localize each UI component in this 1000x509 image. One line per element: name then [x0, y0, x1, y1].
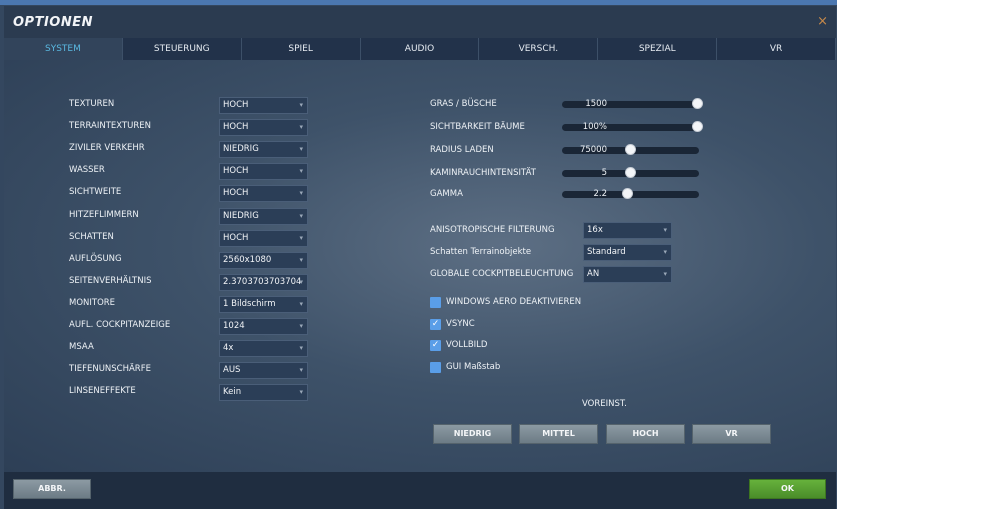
setting-dropdown[interactable]: HOCH	[219, 185, 308, 203]
setting-label: SCHATTEN	[69, 231, 114, 242]
preset-button-mittel[interactable]: MITTEL	[519, 424, 598, 444]
tab-spezial[interactable]: SPEZIAL	[598, 38, 718, 60]
window-title: OPTIONEN	[13, 15, 93, 30]
checkbox-label: VOLLBILD	[446, 340, 488, 351]
checkbox[interactable]	[430, 362, 441, 374]
setting-dropdown[interactable]: HOCH	[219, 97, 308, 114]
setting-dropdown[interactable]: HOCH	[219, 163, 308, 181]
setting-dropdown[interactable]: 2.3703703703704	[219, 273, 308, 291]
setting-label: TERRAINTEXTUREN	[69, 121, 151, 132]
slider-handle[interactable]	[692, 121, 703, 132]
tab-versch[interactable]: VERSCH.	[479, 38, 599, 60]
checkbox[interactable]: ✓	[430, 318, 441, 330]
tab-vr[interactable]: VR	[717, 38, 837, 60]
setting-label: MSAA	[69, 342, 94, 353]
checkbox[interactable]	[430, 297, 441, 308]
setting-dropdown[interactable]: 1024	[219, 318, 308, 335]
slider-handle[interactable]	[625, 144, 636, 155]
setting-dropdown[interactable]: 1 Bildschirm	[219, 295, 308, 313]
tab-steuerung[interactable]: STEUERUNG	[123, 38, 242, 60]
preset-button-niedrig[interactable]: NIEDRIG	[433, 424, 512, 444]
setting-label: AUFL. COCKPITANZEIGE	[69, 320, 171, 330]
slider-value: 1500	[585, 99, 607, 109]
setting-dropdown[interactable]: AUS	[219, 362, 308, 380]
checkbox-label: VSYNC	[446, 318, 475, 329]
setting-dropdown[interactable]: 4x	[219, 340, 308, 358]
setting-dropdown[interactable]: HOCH	[219, 119, 308, 137]
setting-label: SICHTWEITE	[69, 187, 122, 198]
setting-dropdown[interactable]: 2560x1080	[219, 251, 308, 269]
slider-label: KAMINRAUCHINTENSITÄT	[430, 168, 536, 178]
options-window: OPTIONEN × SYSTEM STEUERUNG SPIEL AUDIO VERS…	[0, 0, 837, 509]
preset-button-hoch[interactable]: HOCH	[606, 424, 685, 444]
setting-dropdown[interactable]: HOCH	[219, 229, 308, 247]
slider-value: 5	[601, 168, 607, 178]
setting-label: TEXTUREN	[69, 99, 115, 109]
tab-system[interactable]: SYSTEM	[4, 38, 123, 60]
setting-label: SEITENVERHÄLTNIS	[69, 275, 152, 286]
setting-dropdown[interactable]: Standard	[583, 244, 672, 261]
setting-label: HITZEFLIMMERN	[69, 209, 139, 220]
slider-value: 100%	[582, 122, 607, 132]
slider-value: 75000	[579, 145, 607, 155]
slider-track[interactable]	[562, 188, 699, 199]
slider-handle[interactable]	[622, 188, 634, 199]
setting-label: ANISOTROPISCHE FILTERUNG	[430, 225, 555, 235]
setting-label: LINSENEFFEKTE	[69, 386, 136, 397]
checkbox-label: GUI Maßstab	[446, 362, 501, 373]
setting-dropdown[interactable]: NIEDRIG	[219, 141, 308, 159]
setting-label: GLOBALE COCKPITBELEUCHTUNG	[430, 269, 574, 279]
slider-track[interactable]	[562, 167, 699, 178]
ok-button[interactable]: OK	[749, 479, 826, 499]
slider-label: GRAS / BÜSCHE	[430, 99, 497, 109]
cancel-button[interactable]: ABBR.	[13, 479, 91, 499]
slider-label: RADIUS LADEN	[430, 145, 494, 155]
setting-label: ZIVILER VERKEHR	[69, 143, 145, 154]
setting-label: WASSER	[69, 165, 105, 176]
presets-label: VOREINST.	[582, 399, 627, 409]
setting-label: MONITORE	[69, 297, 116, 308]
slider-handle[interactable]	[625, 167, 636, 178]
title-bar: OPTIONEN ×	[4, 6, 836, 38]
slider-label: SICHTBARKEIT BÄUME	[430, 122, 525, 132]
footer	[4, 472, 836, 509]
checkbox[interactable]: ✓	[430, 340, 441, 352]
setting-dropdown[interactable]: 16x	[583, 222, 672, 239]
setting-label: AUFLÖSUNG	[69, 253, 122, 264]
slider-value: 2.2	[593, 189, 607, 199]
setting-dropdown[interactable]: AN	[583, 266, 672, 283]
close-icon[interactable]: ×	[817, 14, 828, 29]
setting-label: TIEFENUNSCHÄRFE	[69, 364, 151, 375]
setting-dropdown[interactable]: Kein	[219, 384, 308, 402]
tab-bar: SYSTEM STEUERUNG SPIEL AUDIO VERSCH. SPEZIAL V…	[4, 38, 837, 60]
tab-audio[interactable]: AUDIO	[361, 38, 480, 60]
slider-track[interactable]	[562, 98, 703, 109]
tab-spiel[interactable]: SPIEL	[242, 38, 361, 60]
setting-dropdown[interactable]: NIEDRIG	[219, 207, 308, 225]
checkbox-label: WINDOWS AERO DEAKTIVIEREN	[446, 297, 582, 307]
setting-label: Schatten Terrainobjekte	[430, 247, 532, 257]
preset-button-vr[interactable]: VR	[692, 424, 771, 444]
slider-handle[interactable]	[692, 98, 703, 109]
slider-label: GAMMA	[430, 189, 463, 199]
